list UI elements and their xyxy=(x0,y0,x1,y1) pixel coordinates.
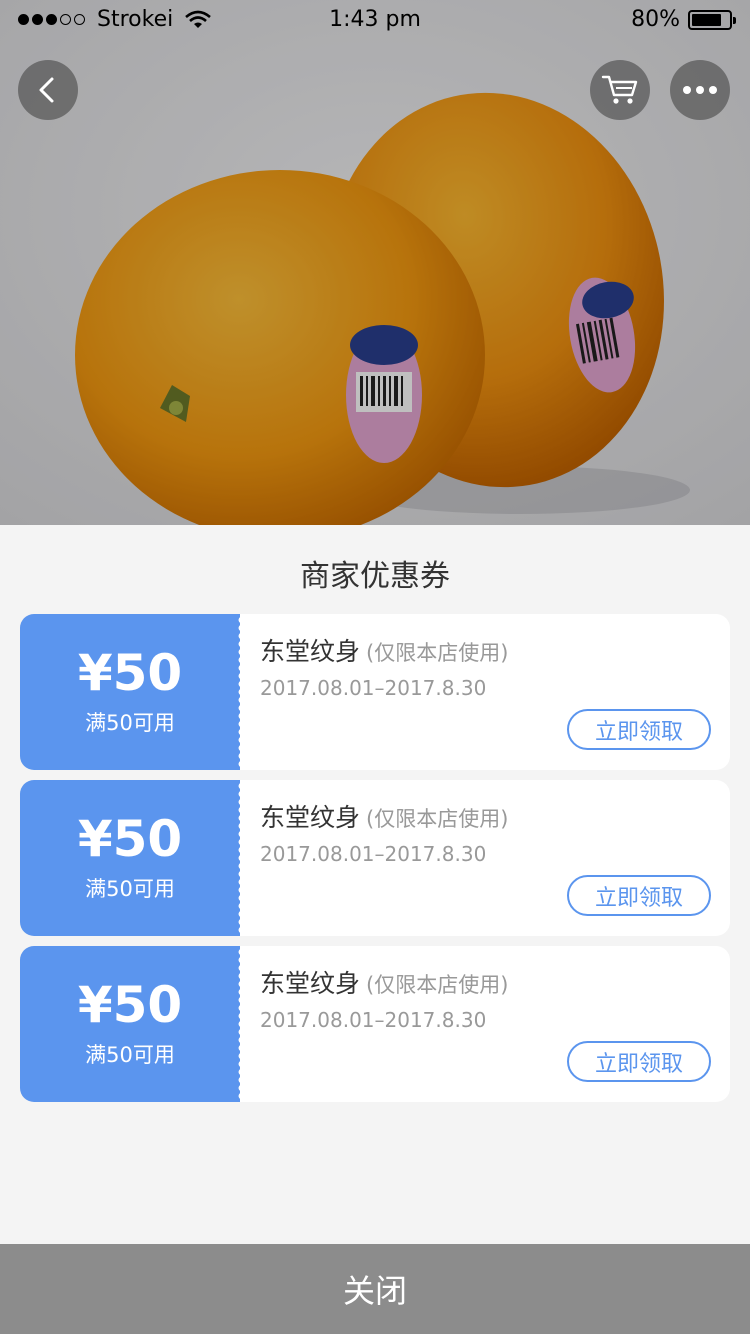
coupon-shop-line: 东堂纹身 (仅限本店使用) xyxy=(260,964,508,1000)
coupon-condition: 满50可用 xyxy=(85,711,175,735)
coupon-note: (仅限本店使用) xyxy=(366,807,509,831)
coupon-card: ¥50 满50可用 东堂纹身 (仅限本店使用) 2017.08.01–2017.8… xyxy=(20,614,730,770)
coupon-info-panel: 东堂纹身 (仅限本店使用) 2017.08.01–2017.8.30 立即领取 xyxy=(240,780,730,936)
coupon-info-panel: 东堂纹身 (仅限本店使用) 2017.08.01–2017.8.30 立即领取 xyxy=(240,614,730,770)
coupon-shop-line: 东堂纹身 (仅限本店使用) xyxy=(260,632,508,668)
sheet-title: 商家优惠券 xyxy=(300,559,450,594)
cart-icon xyxy=(601,75,638,104)
coupon-shop-name: 东堂纹身 xyxy=(260,803,361,832)
coupon-amount: ¥50 xyxy=(77,976,183,1034)
more-icon xyxy=(683,86,717,94)
back-button[interactable] xyxy=(18,60,78,120)
claim-coupon-button[interactable]: 立即领取 xyxy=(567,709,711,750)
coupon-card: ¥50 满50可用 东堂纹身 (仅限本店使用) 2017.08.01–2017.8… xyxy=(20,946,730,1102)
coupon-info-panel: 东堂纹身 (仅限本店使用) 2017.08.01–2017.8.30 立即领取 xyxy=(240,946,730,1102)
coupon-date: 2017.08.01–2017.8.30 xyxy=(260,842,487,866)
coupon-amount: ¥50 xyxy=(77,810,183,868)
coupon-date: 2017.08.01–2017.8.30 xyxy=(260,676,487,700)
coupon-value-panel: ¥50 满50可用 xyxy=(20,780,240,936)
close-button[interactable]: 关闭 xyxy=(0,1244,750,1334)
coupon-condition: 满50可用 xyxy=(85,877,175,901)
battery-percent: 80% xyxy=(631,7,680,32)
coupon-condition: 满50可用 xyxy=(85,1043,175,1067)
claim-coupon-button[interactable]: 立即领取 xyxy=(567,875,711,916)
coupon-shop-name: 东堂纹身 xyxy=(260,637,361,666)
coupon-note: (仅限本店使用) xyxy=(366,641,509,665)
coupon-shop-line: 东堂纹身 (仅限本店使用) xyxy=(260,798,508,834)
more-button[interactable] xyxy=(670,60,730,120)
coupon-date: 2017.08.01–2017.8.30 xyxy=(260,1008,487,1032)
coupon-value-panel: ¥50 满50可用 xyxy=(20,614,240,770)
chevron-left-icon xyxy=(39,77,54,103)
coupon-shop-name: 东堂纹身 xyxy=(260,969,361,998)
cart-button[interactable] xyxy=(590,60,650,120)
coupon-note: (仅限本店使用) xyxy=(366,973,509,997)
coupon-sheet: 商家优惠券 ¥50 满50可用 东堂纹身 (仅限本店使用) 2017.08.01–… xyxy=(0,525,750,1244)
coupon-amount: ¥50 xyxy=(77,644,183,702)
coupon-value-panel: ¥50 满50可用 xyxy=(20,946,240,1102)
status-right: 80% xyxy=(631,7,736,32)
claim-coupon-button[interactable]: 立即领取 xyxy=(567,1041,711,1082)
coupon-card: ¥50 满50可用 东堂纹身 (仅限本店使用) 2017.08.01–2017.8… xyxy=(20,780,730,936)
battery-icon xyxy=(688,9,736,30)
status-bar: Strokei 1:43 pm 80% xyxy=(0,0,750,40)
